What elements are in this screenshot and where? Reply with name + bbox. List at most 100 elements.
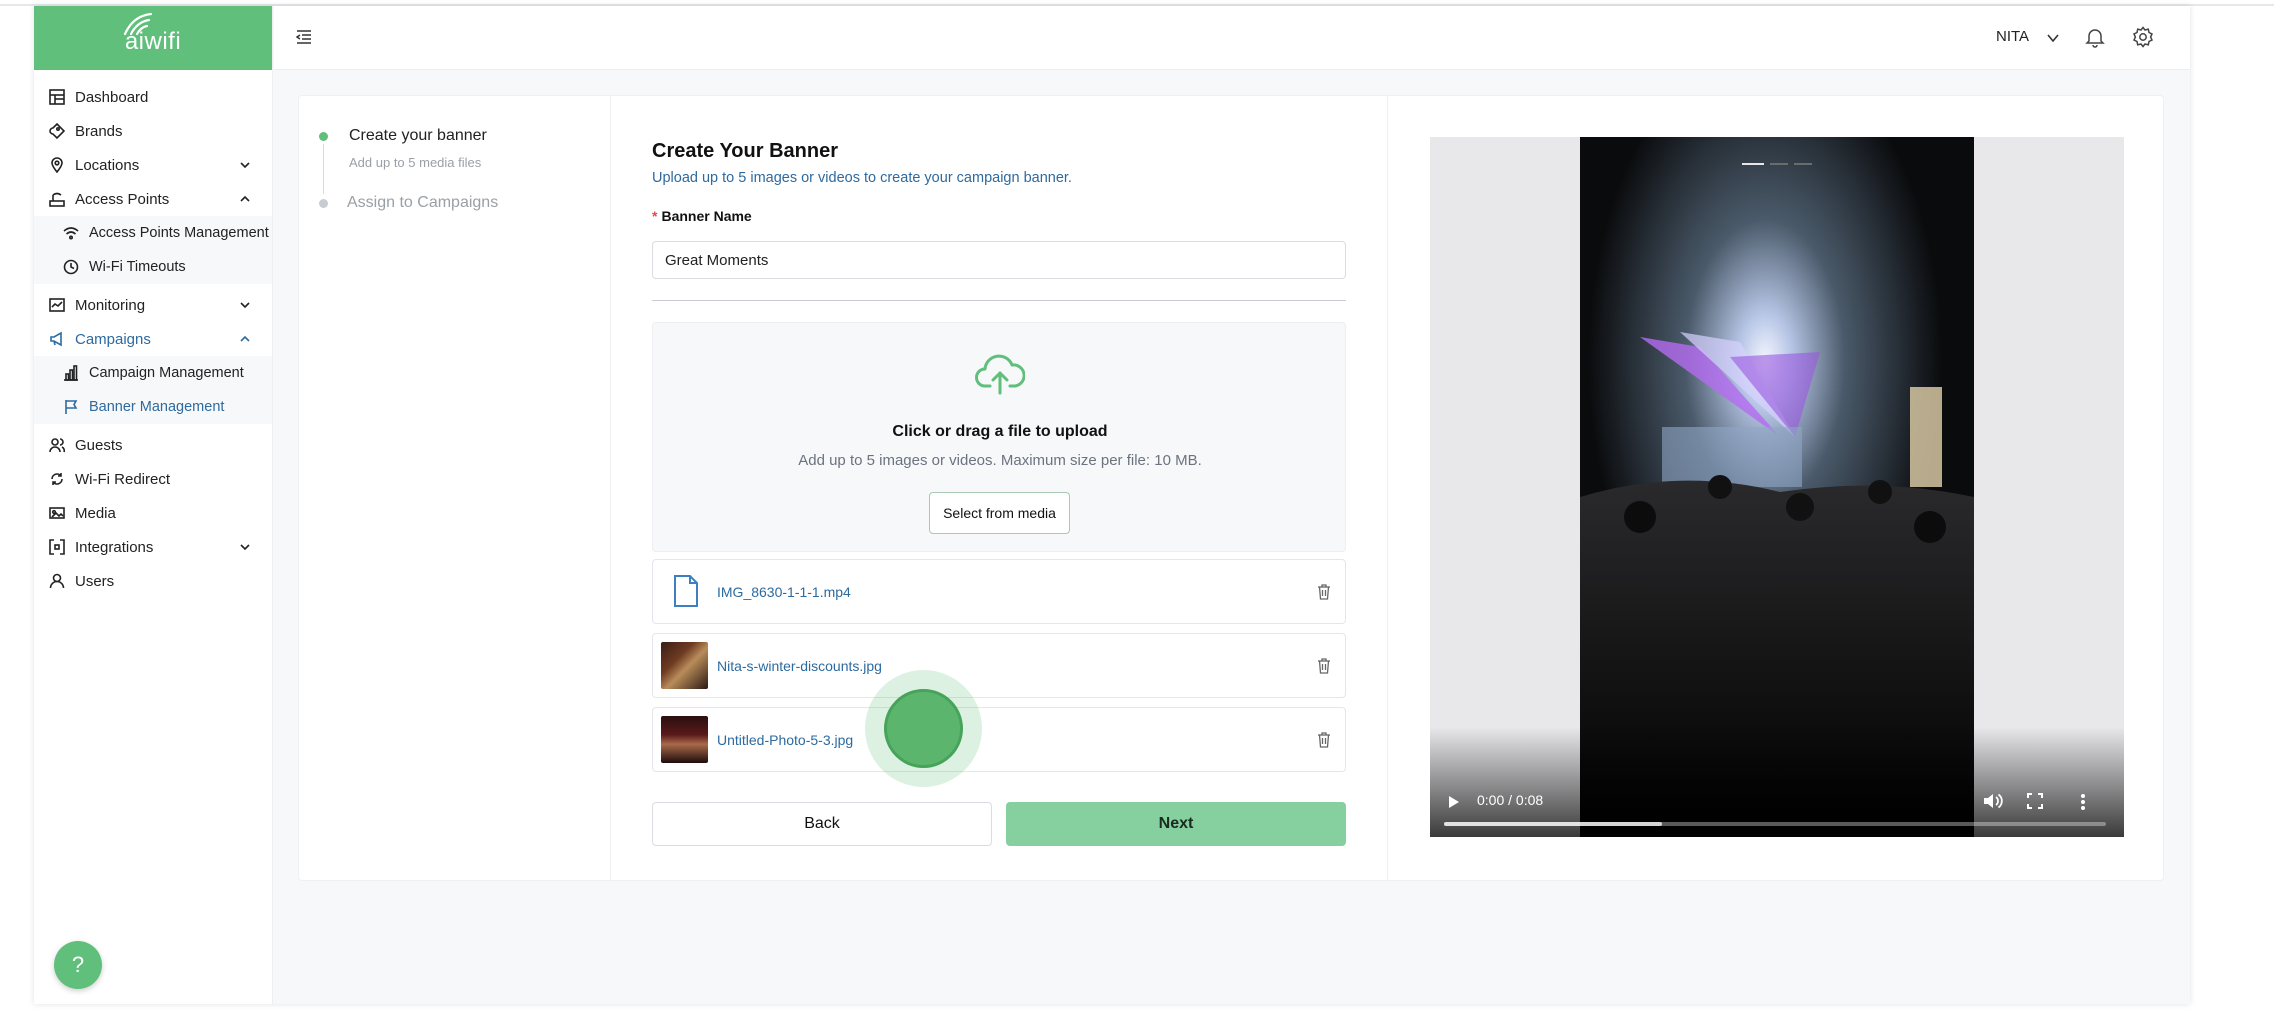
sidebar-item-monitoring[interactable]: Monitoring	[34, 288, 272, 322]
form-title: Create Your Banner	[652, 140, 838, 162]
uploaded-file-row: Nita-s-winter-discounts.jpg	[652, 633, 1346, 698]
sidebar-item-label: Access Points Management	[89, 225, 269, 241]
brands-icon	[48, 122, 66, 140]
cloud-upload-icon	[975, 354, 1025, 395]
sidebar-item-label: Media	[75, 504, 116, 522]
slide-indicator	[1770, 163, 1788, 165]
file-document-icon	[674, 575, 698, 607]
slide-indicator	[1794, 163, 1812, 165]
sidebar-item-label: Wi-Fi Timeouts	[89, 259, 186, 275]
file-name-link[interactable]: Untitled-Photo-5-3.jpg	[717, 732, 853, 748]
sidebar-item-label: Brands	[75, 122, 123, 140]
back-button[interactable]: Back	[652, 802, 992, 846]
sidebar-item-label: Campaigns	[75, 330, 151, 348]
bar-chart-icon	[62, 364, 80, 382]
step-active-indicator	[319, 132, 328, 141]
step-inactive-indicator	[319, 199, 328, 208]
fullscreen-icon[interactable]	[2027, 793, 2043, 809]
sidebar-item-label: Users	[75, 572, 115, 590]
step-2-title[interactable]: Assign to Campaigns	[347, 194, 498, 212]
chevron-down-icon[interactable]	[2046, 31, 2060, 45]
sidebar-item-label: Guests	[75, 436, 123, 454]
next-button[interactable]: Next	[1006, 802, 1346, 846]
redirect-icon	[48, 470, 66, 488]
file-name-link[interactable]: Nita-s-winter-discounts.jpg	[717, 658, 882, 674]
sidebar-item-guests[interactable]: Guests	[34, 428, 272, 462]
sidebar-item-label: Banner Management	[89, 399, 225, 415]
sidebar-item-access-points-management[interactable]: Access Points Management	[34, 216, 272, 250]
slide-progress-indicators	[1742, 163, 1812, 165]
gear-icon[interactable]	[2132, 26, 2154, 48]
bell-icon[interactable]	[2084, 26, 2106, 48]
video-scrubber[interactable]	[1444, 822, 2106, 826]
wifi-logo-icon	[123, 12, 152, 36]
sidebar-item-locations[interactable]: Locations	[34, 148, 272, 182]
banner-name-label: * Banner Name	[652, 208, 752, 224]
access-point-icon	[48, 190, 66, 208]
file-thumbnail	[661, 716, 708, 763]
sidebar-item-access-points[interactable]: Access Points	[34, 182, 272, 216]
slide-indicator	[1742, 163, 1764, 165]
sidebar-item-wifi-redirect[interactable]: Wi-Fi Redirect	[34, 462, 272, 496]
sidebar-nav: Dashboard Brands Locations Access Points…	[34, 70, 272, 598]
banner-name-input[interactable]	[652, 241, 1346, 279]
trash-icon[interactable]	[1317, 658, 1331, 674]
monitoring-icon	[48, 296, 66, 314]
chevron-down-icon[interactable]	[238, 158, 252, 172]
sidebar-item-label: Access Points	[75, 190, 170, 208]
access-points-submenu: Access Points Management Wi-Fi Timeouts	[34, 216, 272, 284]
trash-icon[interactable]	[1317, 584, 1331, 600]
step-1-title[interactable]: Create your banner	[349, 127, 487, 145]
file-upload-dropzone[interactable]: Click or drag a file to upload Add up to…	[652, 322, 1346, 552]
sidebar-item-integrations[interactable]: Integrations	[34, 530, 272, 564]
sidebar-item-media[interactable]: Media	[34, 496, 272, 530]
guests-icon	[48, 436, 66, 454]
sidebar-item-label: Dashboard	[75, 88, 149, 106]
click-indicator	[884, 689, 963, 768]
create-banner-card: Create your banner Add up to 5 media fil…	[298, 95, 2165, 882]
play-icon[interactable]	[1448, 795, 1460, 809]
help-button[interactable]: ?	[54, 941, 102, 989]
campaigns-submenu: Campaign Management Banner Management	[34, 356, 272, 424]
sidebar-item-brands[interactable]: Brands	[34, 114, 272, 148]
video-preview-player[interactable]: 0:00 / 0:08	[1430, 137, 2124, 837]
app-window: aiwifi Dashboard Brands Locations Access…	[34, 6, 2190, 1004]
step-connector	[323, 144, 324, 194]
megaphone-icon	[48, 330, 66, 348]
video-buffer-bar	[1444, 822, 1663, 826]
location-pin-icon	[48, 156, 66, 174]
sidebar-item-dashboard[interactable]: Dashboard	[34, 80, 272, 114]
file-name-link[interactable]: IMG_8630-1-1-1.mp4	[717, 584, 851, 600]
wizard-steps: Create your banner Add up to 5 media fil…	[299, 96, 611, 882]
uploaded-file-row: IMG_8630-1-1-1.mp4	[652, 559, 1346, 624]
wifi-icon	[62, 224, 80, 242]
chevron-up-icon[interactable]	[238, 192, 252, 206]
trash-icon[interactable]	[1317, 732, 1331, 748]
form-subtitle: Upload up to 5 images or videos to creat…	[652, 170, 1072, 186]
upload-hint: Add up to 5 images or videos. Maximum si…	[798, 452, 1202, 469]
user-menu-name[interactable]: NITA	[1996, 28, 2029, 45]
sidebar-item-campaigns[interactable]: Campaigns	[34, 322, 272, 356]
chevron-down-icon[interactable]	[238, 540, 252, 554]
banner-preview-panel: 0:00 / 0:08	[1387, 96, 2165, 882]
sidebar-item-label: Monitoring	[75, 296, 146, 314]
brand-logo[interactable]: aiwifi	[34, 6, 272, 70]
sidebar-item-banner-management[interactable]: Banner Management	[34, 390, 272, 424]
more-options-icon[interactable]	[2080, 793, 2086, 811]
sidebar-item-users[interactable]: Users	[34, 564, 272, 598]
upload-title: Click or drag a file to upload	[892, 423, 1108, 440]
user-icon	[48, 572, 66, 590]
volume-icon[interactable]	[1983, 792, 2003, 810]
top-header: NITA	[274, 6, 2190, 70]
file-thumbnail	[661, 642, 708, 689]
media-icon	[48, 504, 66, 522]
menu-fold-icon[interactable]	[296, 30, 312, 44]
form-divider	[652, 300, 1346, 301]
sidebar-item-campaign-management[interactable]: Campaign Management	[34, 356, 272, 390]
chevron-down-icon[interactable]	[238, 298, 252, 312]
select-from-media-button[interactable]: Select from media	[929, 492, 1070, 534]
sidebar-item-wifi-timeouts[interactable]: Wi-Fi Timeouts	[34, 250, 272, 284]
flag-icon	[62, 398, 80, 416]
sidebar-item-label: Campaign Management	[89, 365, 244, 381]
chevron-up-icon[interactable]	[238, 332, 252, 346]
